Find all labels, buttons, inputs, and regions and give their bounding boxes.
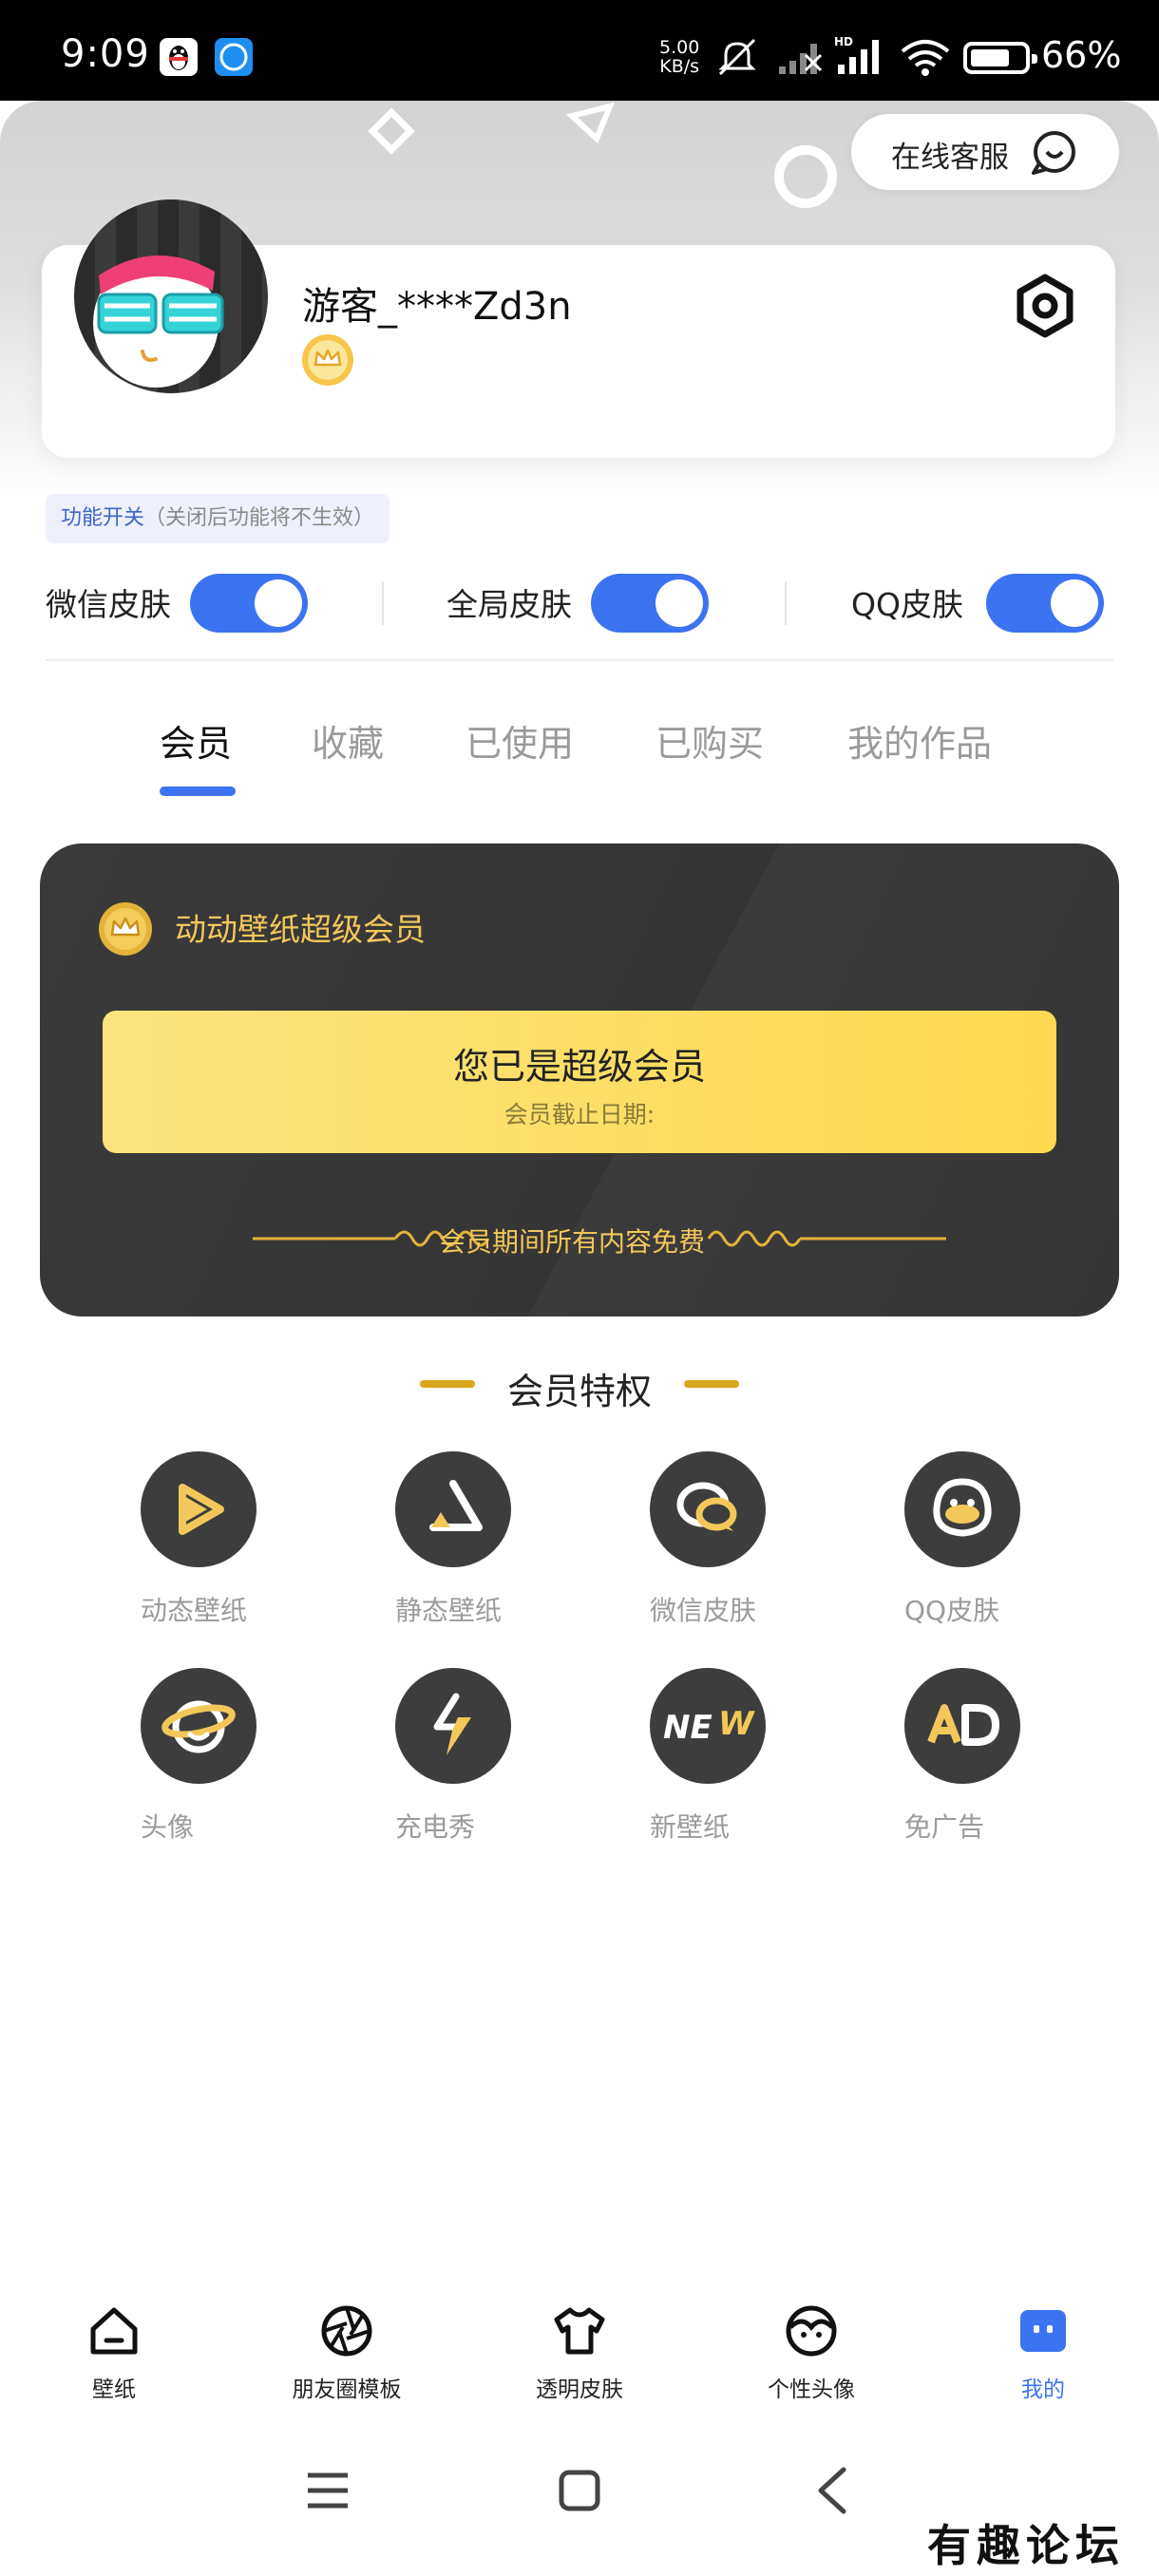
wechat-icon [676, 1482, 737, 1531]
privilege-live-wallpaper[interactable]: 动态壁纸 [95, 1451, 285, 1641]
privilege-label: 静态壁纸 [395, 1595, 503, 1626]
privilege-new-wallpaper[interactable]: NE W 新壁纸 [604, 1668, 794, 1858]
vip-crown-badge-icon [302, 334, 353, 386]
settings-gear-icon[interactable] [1011, 272, 1079, 340]
network-speed: 5.00 KB/s [659, 37, 700, 77]
privilege-avatar[interactable]: 头像 [95, 1668, 285, 1858]
planet-face-icon [162, 1700, 236, 1753]
menu-icon[interactable] [306, 2470, 350, 2511]
nav-item-transparent-skin[interactable]: 透明皮肤 [475, 2283, 684, 2416]
decor-ring-icon [774, 145, 837, 208]
svg-text:NE: NE [663, 1709, 712, 1747]
privilege-charging-show[interactable]: 充电秀 [350, 1668, 540, 1858]
tab-member[interactable]: 会员 [160, 714, 232, 767]
member-status-box[interactable]: 您已是超级会员 会员截止日期: [103, 1011, 1056, 1153]
home-button-icon[interactable] [559, 2470, 600, 2511]
tab-my-works[interactable]: 我的作品 [847, 714, 992, 767]
aperture-icon [321, 2305, 372, 2357]
privileges-title: 会员特权 [506, 1371, 652, 1412]
switch-label: QQ皮肤 [851, 586, 963, 623]
tab-purchased[interactable]: 已购买 [656, 714, 764, 767]
browser-notification-icon [215, 38, 253, 76]
tab-favorites[interactable]: 收藏 [312, 714, 384, 767]
mute-icon [718, 38, 756, 76]
nav-label: 我的 [1021, 2377, 1065, 2402]
qq-skin-toggle[interactable] [986, 574, 1104, 633]
privilege-label: 免广告 [904, 1811, 985, 1843]
privilege-label: 动态壁纸 [141, 1595, 248, 1626]
decor-diamond-icon [368, 107, 415, 155]
qq-notification-icon [160, 38, 198, 76]
decor-triangle-icon [565, 102, 616, 144]
privilege-wechat-skin[interactable]: 微信皮肤 [604, 1451, 794, 1641]
privilege-label: 充电秀 [395, 1811, 476, 1843]
home-icon [90, 2307, 138, 2355]
member-status-text: 您已是超级会员 [452, 1046, 706, 1088]
username: 游客_****Zd3n [302, 285, 572, 329]
switch-label: 全局皮肤 [446, 586, 572, 623]
battery-percent: 66% [1041, 34, 1122, 76]
global-skin-toggle[interactable] [591, 574, 709, 633]
bottom-navigation: 壁纸 朋友圈模板 透明皮肤 个性头像 我的 [0, 2283, 1159, 2416]
privilege-static-wallpaper[interactable]: 静态壁纸 [350, 1451, 540, 1641]
wechat-skin-toggle[interactable] [190, 574, 308, 633]
nav-label: 透明皮肤 [536, 2377, 623, 2402]
avatar-face-icon [93, 255, 224, 388]
privilege-qq-skin[interactable]: QQ皮肤 [859, 1451, 1049, 1641]
svg-text:W: W [718, 1705, 755, 1743]
wifi-icon [901, 40, 950, 76]
svg-text:HD: HD [834, 36, 853, 48]
customer-service-label: 在线客服 [891, 141, 1009, 175]
qq-penguin-icon [933, 1478, 992, 1537]
divider [382, 581, 384, 625]
profile-icon [1020, 2310, 1066, 2352]
divider [785, 581, 787, 625]
watermark-text: 有趣论坛 [927, 2520, 1125, 2571]
nav-item-wallpaper[interactable]: 壁纸 [10, 2283, 218, 2416]
member-expiry-text: 会员截止日期: [504, 1101, 656, 1128]
status-bar: 9:09 5.00 KB/s HD 66% [0, 0, 1159, 101]
nav-item-custom-avatar[interactable]: 个性头像 [707, 2283, 916, 2416]
switch-label: 微信皮肤 [46, 586, 171, 623]
signal-icon-hd: HD [834, 36, 879, 74]
privilege-label: QQ皮肤 [904, 1595, 1000, 1626]
battery-icon [963, 42, 1037, 74]
triangle-icon [429, 1480, 483, 1531]
face-icon [786, 2305, 837, 2357]
member-free-note: 会员期间所有内容免费 [439, 1226, 706, 1258]
tshirt-icon [554, 2307, 605, 2355]
play-icon [179, 1484, 224, 1535]
customer-service-button[interactable]: 在线客服 [851, 114, 1119, 190]
privilege-no-ads[interactable]: 免广告 [859, 1668, 1049, 1858]
nav-item-moments-template[interactable]: 朋友圈模板 [242, 2283, 451, 2416]
section-divider [46, 659, 1113, 661]
privilege-label: 微信皮肤 [650, 1595, 757, 1626]
privilege-label: 新壁纸 [650, 1811, 731, 1843]
ad-icon [927, 1704, 999, 1746]
feature-switch-tag: 功能开关（关闭后功能将不生效） [46, 494, 390, 543]
signal-icon [779, 44, 823, 74]
nav-label: 壁纸 [92, 2377, 136, 2402]
status-time: 9:09 [61, 32, 150, 76]
title-bar-right [684, 1380, 739, 1388]
active-tab-indicator [160, 786, 236, 796]
avatar[interactable] [74, 199, 268, 393]
tab-used[interactable]: 已使用 [466, 714, 574, 767]
lightning-icon [433, 1693, 471, 1755]
new-icon: NE W [663, 1705, 755, 1747]
privilege-label: 头像 [141, 1811, 195, 1843]
nav-label: 朋友圈模板 [292, 2377, 402, 2402]
member-card-title: 动动壁纸超级会员 [175, 911, 426, 948]
super-member-card: 动动壁纸超级会员 您已是超级会员 会员截止日期: 会员期间所有内容免费 [40, 843, 1119, 1316]
nav-label: 个性头像 [768, 2377, 855, 2402]
back-icon[interactable] [815, 2466, 847, 2515]
crown-coin-icon [99, 902, 152, 956]
nav-item-mine[interactable]: 我的 [939, 2283, 1148, 2416]
customer-service-icon [1032, 131, 1075, 175]
